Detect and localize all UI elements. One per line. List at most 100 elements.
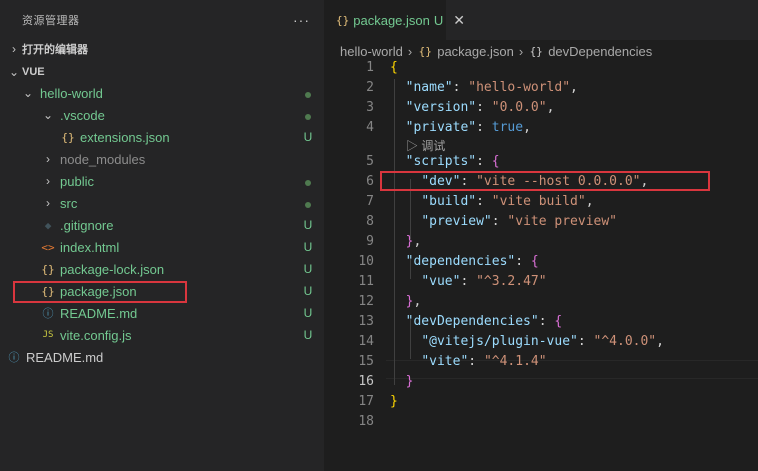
- tab-bar: {} package.json U ✕: [324, 0, 758, 40]
- code-line: "name": "hello-world",: [405, 80, 578, 95]
- tree-item-label: .vscode: [60, 107, 105, 123]
- tree-item[interactable]: › public: [0, 170, 324, 192]
- untracked-badge: U: [303, 262, 313, 276]
- line-number: 17: [358, 394, 374, 409]
- untracked-badge: U: [433, 13, 444, 28]
- tab-label: package.json: [353, 13, 430, 28]
- code-line: "devDependencies": {: [405, 314, 563, 329]
- line-number: 11: [358, 274, 374, 289]
- untracked-badge: U: [303, 130, 313, 144]
- tree-item-label: public: [60, 173, 94, 189]
- line-number: 12: [358, 294, 374, 309]
- code-line: "preview": "vite preview": [421, 214, 617, 229]
- line-number: 13: [358, 314, 374, 329]
- more-actions-icon[interactable]: ···: [293, 12, 310, 28]
- json-file-icon: {}: [418, 44, 432, 58]
- tree-item-label: .gitignore: [60, 217, 114, 233]
- code-line: {: [390, 60, 398, 75]
- tab-package-json[interactable]: {} package.json U ✕: [324, 0, 465, 40]
- explorer-header: 资源管理器 ···: [0, 0, 324, 40]
- breadcrumb-symbol[interactable]: devDependencies: [548, 44, 652, 59]
- code-line: }: [405, 374, 414, 389]
- untracked-badge: U: [303, 328, 313, 342]
- line-number: 15: [358, 354, 374, 369]
- tree-item[interactable]: ⓘ README.md: [0, 346, 324, 368]
- debug-codelens[interactable]: ▷ 调试: [406, 137, 445, 154]
- breadcrumb: hello-world › {} package.json › {} devDe…: [324, 40, 758, 62]
- modified-dot-icon: [298, 108, 318, 123]
- js-file-icon: JS: [42, 330, 54, 340]
- untracked-badge: U: [303, 218, 313, 232]
- explorer-sidebar: 资源管理器 ··· › 打开的编辑器 ⌄ VUE ⌄ hello-world ⌄ .v…: [0, 0, 324, 471]
- info-file-icon: ⓘ: [8, 351, 20, 364]
- chevron-right-icon: ›: [46, 196, 50, 210]
- tree-item-label: README.md: [60, 305, 138, 321]
- line-number: 1: [366, 60, 374, 75]
- tree-item-label: index.html: [60, 239, 120, 255]
- untracked-badge: U: [303, 240, 313, 254]
- code-line: }: [390, 394, 398, 409]
- tree-item-label: extensions.json: [80, 129, 170, 145]
- code-line: "vue": "^3.2.47": [421, 274, 547, 289]
- editor-area: {} package.json U ✕ hello-world › {} pac…: [324, 0, 758, 471]
- chevron-right-icon: ›: [518, 43, 524, 59]
- modified-dot-icon: [298, 196, 318, 211]
- chevron-right-icon: ›: [407, 43, 413, 59]
- workspace-root-label: VUE: [22, 66, 45, 78]
- line-number: 4: [366, 120, 374, 135]
- chevron-right-icon: ›: [46, 174, 50, 188]
- tree-item[interactable]: › node_modules: [0, 148, 324, 170]
- code-line: },: [405, 294, 422, 309]
- breadcrumb-file[interactable]: package.json: [437, 44, 514, 59]
- open-editors-section[interactable]: › 打开的编辑器: [0, 38, 324, 60]
- line-number: 9: [366, 234, 374, 249]
- tree-item-label: hello-world: [40, 85, 103, 101]
- chevron-right-icon: ›: [46, 152, 50, 166]
- tree-item[interactable]: › src: [0, 192, 324, 214]
- tree-item-label: src: [60, 195, 78, 211]
- object-icon: {}: [529, 44, 543, 58]
- tree-item[interactable]: ⓘ README.md U: [0, 302, 324, 324]
- line-number: 10: [358, 254, 374, 269]
- line-number: 5: [366, 154, 374, 169]
- open-editors-label: 打开的编辑器: [22, 44, 88, 56]
- code-line: "@vitejs/plugin-vue": "^4.0.0",: [421, 334, 664, 349]
- line-number: 2: [366, 80, 374, 95]
- code-line: "vite": "^4.1.4": [421, 354, 547, 369]
- json-file-icon: {}: [336, 14, 350, 27]
- untracked-badge: U: [303, 306, 313, 320]
- chevron-down-icon: ⌄: [8, 65, 20, 79]
- line-number: 18: [358, 414, 374, 429]
- code-line: "private": true,: [405, 120, 531, 135]
- line-number: 6: [366, 174, 374, 189]
- tree-item[interactable]: ◆ .gitignore U: [0, 214, 324, 236]
- modified-dot-icon: [298, 174, 318, 189]
- tree-item[interactable]: {} extensions.json U: [0, 126, 324, 148]
- tree-item[interactable]: <> index.html U: [0, 236, 324, 258]
- dev-script-highlight-box: [380, 171, 710, 191]
- tree-item[interactable]: {} package-lock.json U: [0, 258, 324, 280]
- modified-dot-icon: [298, 86, 318, 101]
- json-file-icon: {}: [61, 130, 75, 144]
- line-number: 16: [358, 374, 374, 389]
- line-number: 8: [366, 214, 374, 229]
- html-file-icon: <>: [41, 240, 55, 254]
- code-line: "scripts": {: [405, 154, 500, 169]
- workspace-root[interactable]: ⌄ VUE: [0, 61, 324, 83]
- chevron-right-icon: ›: [12, 42, 16, 56]
- tree-item[interactable]: ⌄ hello-world: [0, 82, 324, 104]
- chevron-down-icon: ⌄: [22, 86, 34, 100]
- line-number: 14: [358, 334, 374, 349]
- package-json-highlight-box: [13, 281, 187, 303]
- git-file-icon: ◆: [44, 218, 52, 232]
- tree-item-label: README.md: [26, 349, 104, 365]
- close-icon[interactable]: ✕: [453, 12, 465, 29]
- tree-item-label: package-lock.json: [60, 261, 165, 277]
- line-number: 3: [366, 100, 374, 115]
- json-file-icon: {}: [41, 262, 55, 276]
- chevron-down-icon: ⌄: [42, 108, 54, 122]
- code-line: "build": "vite build",: [421, 194, 594, 209]
- breadcrumb-folder[interactable]: hello-world: [340, 44, 403, 59]
- tree-item[interactable]: ⌄ .vscode: [0, 104, 324, 126]
- tree-item[interactable]: JS vite.config.js U: [0, 324, 324, 346]
